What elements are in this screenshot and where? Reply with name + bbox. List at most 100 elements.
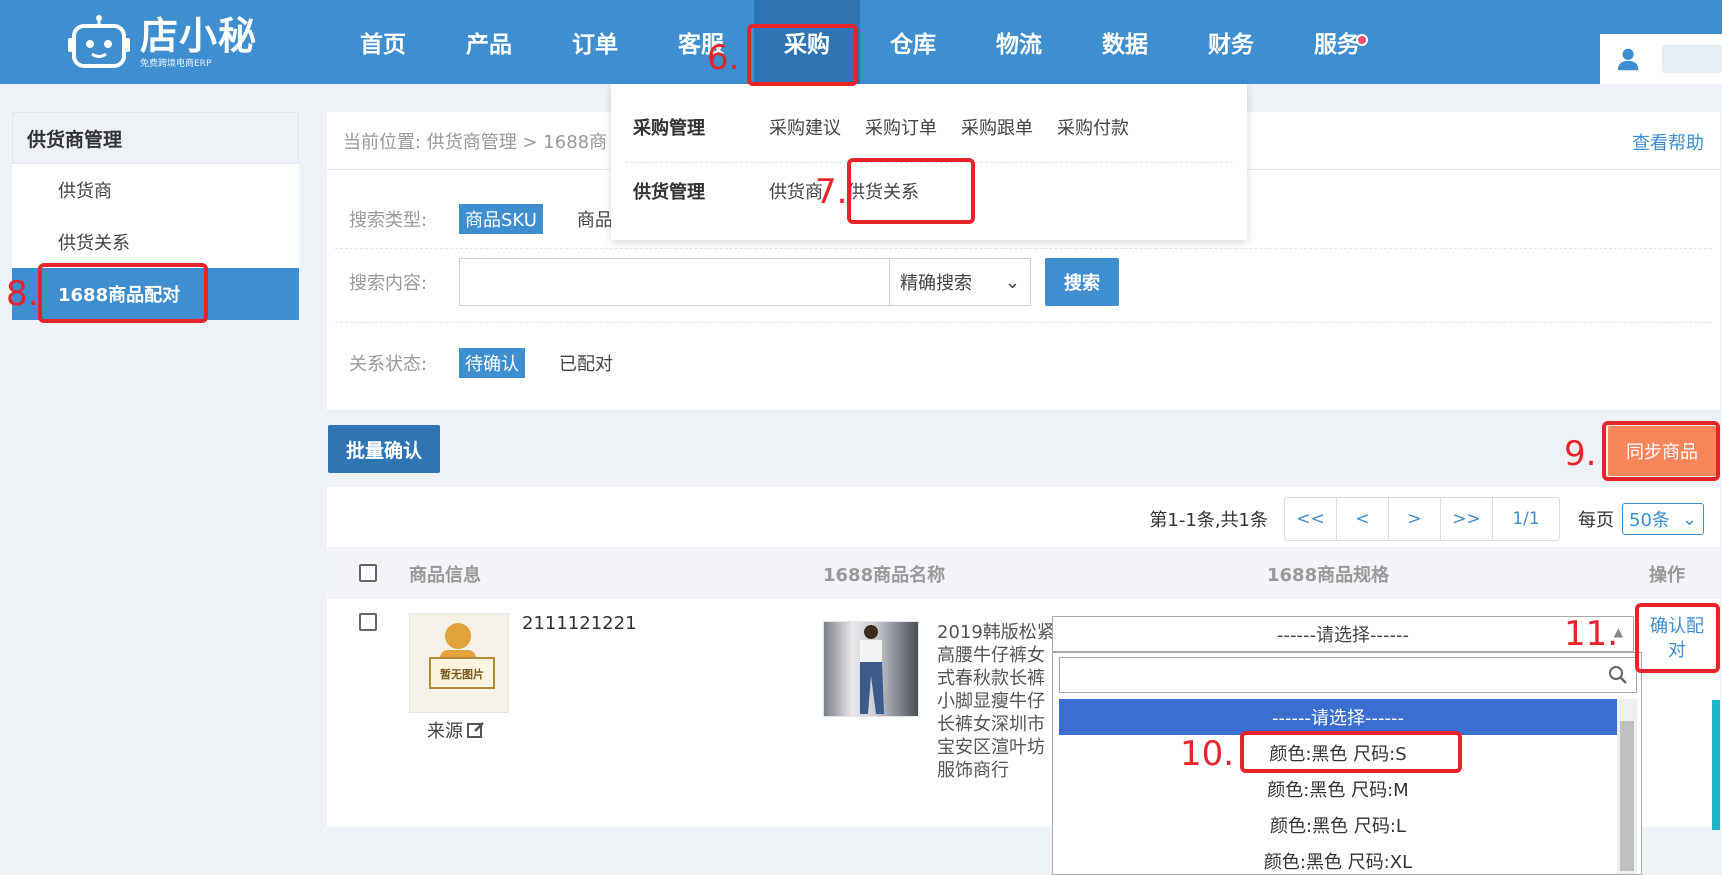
nav-finance[interactable]: 财务 (1178, 0, 1284, 84)
select-all-checkbox[interactable] (359, 564, 377, 582)
search-content-label: 搜索内容: (349, 273, 428, 294)
chevron-down-icon: ⌄ (1004, 271, 1020, 293)
spec-options: ------请选择------ 颜色:黑色 尺码:S 颜色:黑色 尺码:M 颜色… (1059, 699, 1617, 875)
chevron-down-icon: ⌄ (1681, 508, 1697, 530)
spec-option[interactable]: 颜色:黑色 尺码:S (1059, 735, 1617, 771)
per-page-value: 50条 (1629, 510, 1670, 531)
nav-logistics[interactable]: 物流 (966, 0, 1072, 84)
notification-dot (1356, 34, 1368, 46)
pager-summary: 第1-1条,共1条 (1149, 510, 1268, 531)
search-type-product[interactable]: 商品 (577, 206, 613, 232)
product-1688-image[interactable] (823, 621, 919, 717)
search-content-row: 搜索内容: 精确搜索 ⌄ 搜索 (349, 258, 1119, 306)
source-link[interactable]: 来源 (427, 717, 485, 743)
annotation-label: 10. (1180, 734, 1235, 774)
user-icon (1617, 48, 1639, 71)
annotation-label: 7. (815, 172, 848, 212)
spec-option[interactable]: 颜色:黑色 尺码:L (1059, 807, 1617, 843)
purchase-menu: 采购管理 采购建议 采购订单 采购跟单 采购付款 供货管理 供货商 供货关系 (611, 84, 1247, 240)
search-type-label: 搜索类型: (349, 210, 428, 231)
edit-icon (467, 722, 484, 738)
sidebar-item-1688-matching[interactable]: 1688商品配对 (12, 268, 299, 320)
side-scroll-indicator (1712, 700, 1720, 830)
status-label: 关系状态: (349, 354, 428, 375)
source-label: 来源 (427, 721, 463, 742)
search-icon (1609, 666, 1627, 684)
pager-prev-button[interactable]: < (1337, 498, 1389, 540)
spec-scrollbar[interactable] (1617, 699, 1637, 874)
logo-tagline: 免费跨境电商ERP (140, 58, 212, 69)
status-pending[interactable]: 待确认 (459, 348, 525, 378)
nav-orders[interactable]: 订单 (542, 0, 648, 84)
filter-divider (335, 248, 1712, 249)
spec-option[interactable]: 颜色:黑色 尺码:M (1059, 771, 1617, 807)
menu-item-purchase-tracking[interactable]: 采购跟单 (961, 114, 1033, 140)
no-image-label: 暂无图片 (440, 668, 484, 681)
menu-item-purchase-suggestion[interactable]: 采购建议 (769, 114, 841, 140)
search-mode-select[interactable]: 精确搜索 ⌄ (889, 258, 1031, 306)
product-no-image: 暂无图片 (409, 613, 509, 713)
user-menu[interactable] (1600, 34, 1722, 84)
spec-search-input[interactable] (1059, 657, 1637, 693)
search-button[interactable]: 搜索 (1045, 258, 1119, 306)
pager-last-button[interactable]: >> (1441, 498, 1493, 540)
menu-row-supply: 供货管理 供货商 供货关系 (633, 178, 943, 204)
annotation-label: 9. (1564, 434, 1597, 474)
jeans-model-photo (860, 625, 884, 714)
sidebar: 供货商管理 供货商 供货关系 1688商品配对 (12, 112, 299, 320)
logo[interactable]: 店小秘 免费跨境电商ERP (68, 10, 257, 74)
header-actions: 操作 (1649, 565, 1685, 586)
menu-group-title: 采购管理 (633, 118, 705, 139)
spec-scrollbar-thumb[interactable] (1620, 721, 1634, 871)
status-row: 关系状态: 待确认 已配对 (349, 348, 613, 378)
sidebar-item-supply-relations[interactable]: 供货关系 (12, 216, 299, 268)
product-1688-title: 2019韩版松紧高腰牛仔裤女式春秋款长裤小脚显瘦牛仔长裤女深圳市宝安区渲叶坊服饰… (937, 622, 1055, 781)
pager-next-button[interactable]: > (1389, 498, 1441, 540)
user-name-placeholder (1662, 45, 1722, 73)
robot-logo-icon (68, 15, 130, 68)
search-type-row: 搜索类型: 商品SKU 商品 (349, 204, 613, 234)
nav-service-wrap[interactable]: 服务 (1284, 0, 1390, 84)
search-mode-value: 精确搜索 (900, 273, 972, 294)
confirm-match-link[interactable]: 确认配对 (1647, 615, 1707, 663)
pager-current-page[interactable]: 1/1 (1493, 498, 1559, 540)
sidebar-title: 供货商管理 (12, 112, 299, 164)
row-checkbox[interactable] (359, 613, 377, 631)
spec-option[interactable]: ------请选择------ (1059, 699, 1617, 735)
annotation-label: 8. (6, 274, 39, 314)
nav-data[interactable]: 数据 (1072, 0, 1178, 84)
batch-confirm-button[interactable]: 批量确认 (328, 425, 440, 473)
no-image-placeholder-icon (429, 623, 495, 689)
menu-row-purchase: 采购管理 采购建议 采购订单 采购跟单 采购付款 (633, 114, 1153, 140)
table-header: 商品信息 1688商品名称 1688商品规格 操作 (327, 547, 1720, 599)
annotation-label: 11. (1564, 614, 1619, 654)
pager-buttons: << < > >> 1/1 (1284, 497, 1560, 541)
menu-group-title: 供货管理 (633, 182, 705, 203)
nav-home[interactable]: 首页 (330, 0, 436, 84)
nav-warehouse[interactable]: 仓库 (860, 0, 966, 84)
sidebar-item-suppliers[interactable]: 供货商 (12, 164, 299, 216)
sync-products-button[interactable]: 同步商品 (1608, 426, 1716, 476)
spec-option[interactable]: 颜色:黑色 尺码:XL (1059, 843, 1617, 875)
nav-products[interactable]: 产品 (436, 0, 542, 84)
search-type-sku[interactable]: 商品SKU (459, 204, 543, 234)
product-sku: 2111121221 (522, 613, 637, 634)
menu-item-supply-relations[interactable]: 供货关系 (847, 178, 919, 204)
pager-first-button[interactable]: << (1285, 498, 1337, 540)
per-page-label: 每页 (1578, 510, 1614, 531)
spec-select[interactable]: ------请选择------ ▲ (1052, 616, 1634, 652)
spec-select-value: ------请选择------ (1277, 625, 1409, 646)
header-1688-spec: 1688商品规格 (1267, 565, 1390, 586)
nav-service: 服务 (1314, 32, 1360, 58)
search-input[interactable] (459, 258, 889, 306)
menu-item-purchase-payment[interactable]: 采购付款 (1057, 114, 1129, 140)
main-nav: 首页 产品 订单 客服 采购 仓库 物流 数据 财务 服务 (330, 0, 1390, 84)
breadcrumb: 当前位置: 供货商管理 > 1688商 (343, 131, 608, 153)
top-navbar: 店小秘 免费跨境电商ERP 首页 产品 订单 客服 采购 仓库 物流 数据 财务… (0, 0, 1722, 84)
nav-purchase[interactable]: 采购 (754, 0, 860, 84)
annotation-label: 6. (707, 38, 740, 78)
menu-item-purchase-orders[interactable]: 采购订单 (865, 114, 937, 140)
per-page-select[interactable]: 50条 ⌄ (1622, 503, 1704, 535)
help-link[interactable]: 查看帮助 (1632, 129, 1704, 155)
status-matched[interactable]: 已配对 (559, 350, 613, 376)
